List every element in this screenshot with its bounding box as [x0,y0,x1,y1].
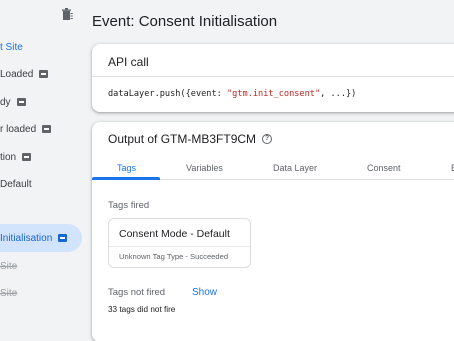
output-tabs: Tags Variables Data Layer Consent E [92,155,454,180]
output-card: Output of GTM-MB3FT9CM ? Tags Variables … [92,122,454,341]
not-fired-count: 33 tags did not fire [108,305,176,314]
event-badge-icon [42,125,52,133]
sidebar-item-label: r loaded [0,123,37,135]
tag-name: Consent Mode - Default [119,228,230,240]
fired-tag-card[interactable]: Consent Mode - Default Unknown Tag Type … [108,218,251,268]
api-call-title: API call [92,44,454,77]
sidebar-item-site-removed[interactable]: Site [0,256,17,276]
sidebar-item-ready[interactable]: dy [0,92,26,112]
sidebar-item-initialization[interactable]: tion [0,147,32,167]
page-title: Event: Consent Initialisation [92,13,278,30]
event-badge-icon [22,153,32,161]
sidebar-item-label: Loaded [0,68,34,80]
sidebar-item-window-loaded[interactable]: r loaded [0,119,52,139]
sidebar-item-label: Site [0,260,18,272]
tab-consent[interactable]: Consent [367,163,401,173]
delete-icon[interactable] [59,6,75,22]
api-call-card: API call dataLayer.push({event: "gtm.ini… [92,44,454,112]
event-badge-icon [39,70,49,78]
active-tab-indicator [92,177,160,180]
sidebar-item-consent-initialisation[interactable]: Initialisation [0,224,82,252]
sidebar-item-consent-default[interactable]: Default [0,174,32,194]
output-title: Output of GTM-MB3FT9CM [108,132,257,146]
sidebar-item-site[interactable]: t Site [0,37,23,57]
tag-status: Unknown Tag Type - Succeeded [119,252,229,261]
tags-not-fired-label: Tags not fired [108,287,166,298]
sidebar-item-label: t Site [0,41,23,53]
sidebar-item-label: Site [0,287,18,299]
sidebar-item-label: Default [0,178,32,190]
sidebar: t Site Loaded dy r loaded tion Default I… [0,0,88,341]
event-badge-icon [16,98,26,106]
output-header: Output of GTM-MB3FT9CM ? [108,132,273,146]
show-not-fired-button[interactable]: Show [192,287,217,298]
event-badge-icon [58,234,68,242]
tab-variables[interactable]: Variables [186,163,223,173]
help-icon[interactable]: ? [262,134,273,144]
sidebar-item-label: dy [0,96,11,108]
tab-data-layer[interactable]: Data Layer [273,163,317,173]
code-event-string: "gtm.init_consent" [227,89,321,99]
code-suffix: , ...}) [320,89,357,99]
sidebar-item-label: tion [0,151,17,163]
api-call-code: dataLayer.push({event: "gtm.init_consent… [92,77,454,99]
sidebar-item-loaded[interactable]: Loaded [0,64,49,84]
tags-fired-label: Tags fired [108,200,150,211]
tab-tags[interactable]: Tags [117,163,136,173]
code-prefix: dataLayer.push({event: [108,89,227,99]
tag-card-divider [109,246,250,247]
sidebar-item-label: Initialisation [0,232,53,244]
sidebar-item-site-removed[interactable]: Site [0,283,17,303]
